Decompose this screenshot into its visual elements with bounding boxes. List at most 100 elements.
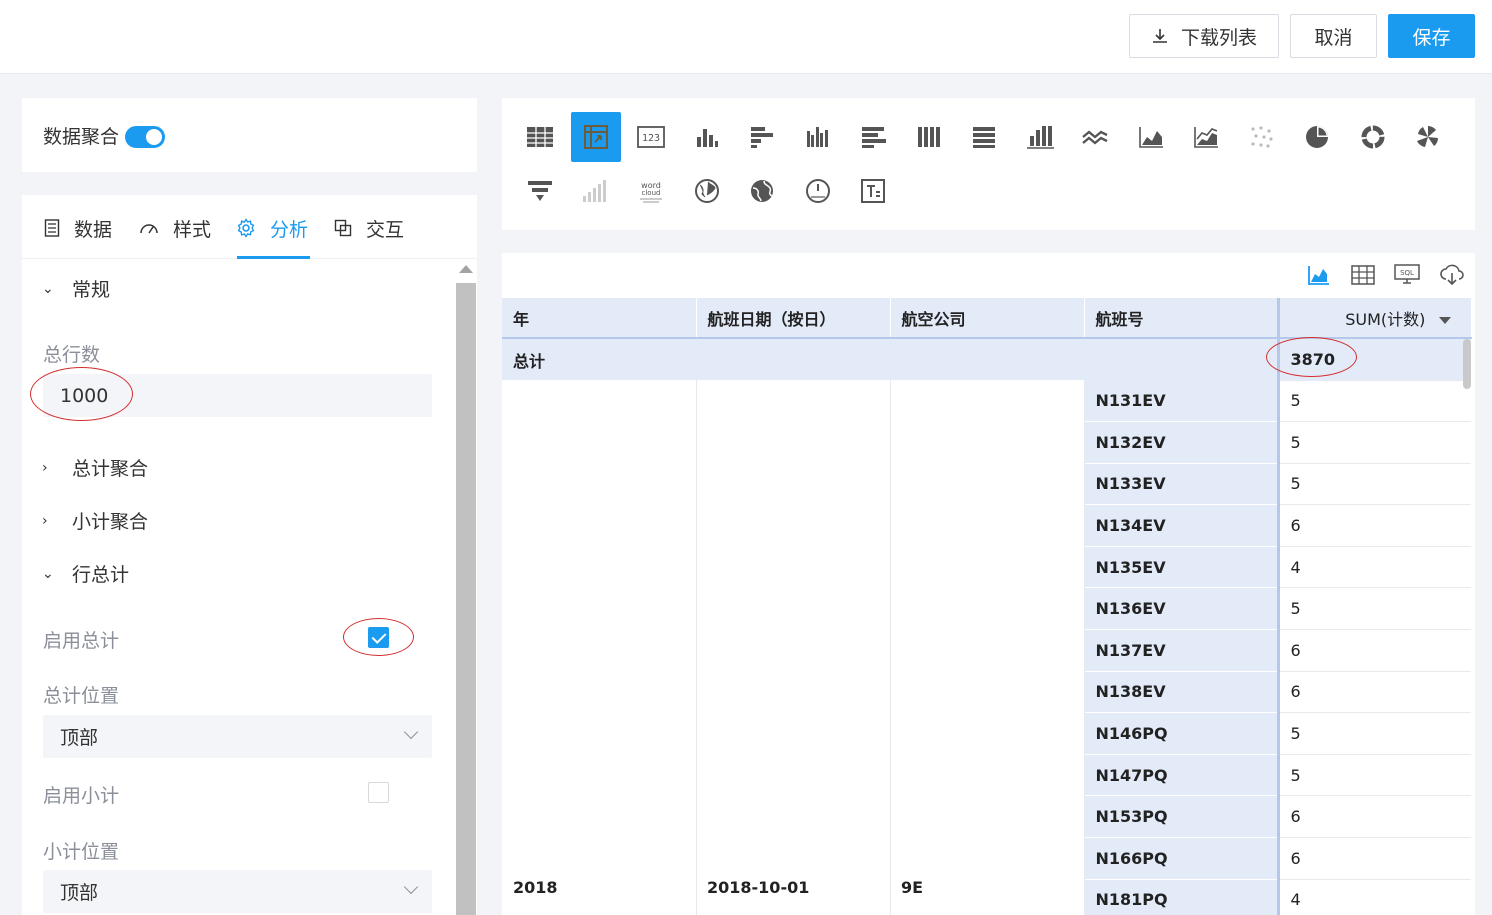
flight-number-cell: N136EV (1084, 587, 1278, 631)
empty-cell (890, 380, 1085, 422)
tab-style[interactable]: 样式 (139, 215, 211, 241)
globe-map-icon[interactable] (682, 166, 732, 216)
waterfall-icon[interactable] (1015, 112, 1065, 162)
download-list-button[interactable]: 下载列表 (1129, 14, 1279, 58)
section-grand-total-agg[interactable]: › 总计聚合 (42, 454, 148, 481)
bar-chart-icon[interactable] (682, 112, 732, 162)
section-subtotal-agg-label: 小计聚合 (72, 511, 149, 533)
chart-type-picker: 123 word cloud (502, 98, 1475, 230)
document-icon (44, 219, 60, 237)
enable-subtotal-checkbox[interactable] (368, 782, 389, 803)
empty-cell (696, 712, 891, 755)
aggregation-toggle[interactable] (125, 126, 165, 148)
funnel-icon[interactable] (515, 166, 565, 216)
flight-number-cell: N133EV (1084, 463, 1278, 506)
col-header-sum-label: SUM(计数) (1345, 309, 1426, 329)
tab-analysis[interactable]: 分析 (236, 215, 308, 241)
horizontal-bar-icon[interactable] (737, 112, 787, 162)
total-rows-input[interactable]: 1000 (43, 374, 432, 417)
col-header-sum[interactable]: SUM(计数) (1276, 298, 1472, 338)
empty-cell (502, 671, 697, 713)
total-position-select[interactable]: 顶部 (43, 715, 432, 758)
sql-icon[interactable]: SQL (1393, 261, 1421, 289)
col-header-year[interactable]: 年 (502, 298, 697, 338)
world-map-icon[interactable] (737, 166, 787, 216)
sum-value-cell: 5 (1276, 421, 1471, 464)
stacked-horizontal-bar-icon[interactable] (848, 112, 898, 162)
word-cloud-icon[interactable]: word cloud (626, 166, 676, 216)
sum-value-cell: 6 (1276, 671, 1471, 714)
empty-cell (696, 795, 891, 838)
col-header-flight-no[interactable]: 航班号 (1084, 298, 1279, 338)
empty-cell (890, 754, 1085, 796)
enable-total-checkbox[interactable] (368, 627, 389, 648)
save-button[interactable]: 保存 (1388, 14, 1475, 58)
sort-desc-icon[interactable] (1438, 316, 1451, 324)
rose-chart-icon[interactable] (1403, 112, 1453, 162)
sum-value-cell: 4 (1276, 546, 1471, 589)
donut-chart-icon[interactable] (1348, 112, 1398, 162)
line-chart-icon[interactable] (1070, 112, 1120, 162)
download-icon (1152, 29, 1167, 43)
tab-interaction[interactable]: 交互 (334, 215, 404, 241)
area-chart-icon[interactable] (1126, 112, 1176, 162)
empty-cell (890, 337, 1084, 380)
empty-cell (502, 463, 697, 505)
pie-chart-icon[interactable] (1292, 112, 1342, 162)
empty-cell (696, 337, 890, 380)
empty-cell (890, 629, 1085, 672)
table-icon[interactable] (1349, 261, 1377, 289)
section-row-total-label: 行总计 (72, 564, 130, 586)
stacked-column-icon[interactable] (904, 112, 954, 162)
chevron-down-icon: ⌄ (42, 565, 54, 582)
sum-value-cell: 5 (1276, 712, 1471, 755)
gauge-icon (140, 224, 158, 234)
flight-number-cell: N135EV (1084, 546, 1278, 589)
empty-cell (696, 504, 891, 547)
empty-cell (502, 629, 697, 672)
col-header-flight-date[interactable]: 航班日期（按日） (696, 298, 891, 338)
table-row: N133EV 5 (502, 463, 1471, 506)
scrollbar-thumb[interactable] (456, 283, 476, 915)
grouped-bar-icon[interactable] (793, 112, 843, 162)
percent-bar-icon[interactable] (959, 112, 1009, 162)
pivot-table-icon[interactable] (571, 112, 621, 162)
flight-number-cell: N137EV (1084, 629, 1278, 672)
empty-cell (502, 837, 697, 880)
cloud-download-icon[interactable] (1438, 261, 1466, 289)
section-row-total[interactable]: ⌄ 行总计 (42, 560, 129, 587)
enable-subtotal-label: 启用小计 (43, 785, 120, 807)
table-scrollbar-thumb[interactable] (1463, 339, 1471, 389)
empty-cell (502, 795, 697, 838)
empty-cell (696, 837, 891, 880)
sum-value-cell: 4 (1276, 879, 1471, 915)
stacked-area-icon[interactable] (1181, 112, 1231, 162)
number-card-icon[interactable]: 123 (626, 112, 676, 162)
scroll-up-arrow-icon[interactable] (459, 265, 473, 273)
gauge-icon[interactable] (793, 166, 843, 216)
area-chart-icon[interactable] (1305, 261, 1333, 289)
col-header-airline[interactable]: 航空公司 (890, 298, 1085, 338)
section-subtotal-agg[interactable]: › 小计聚合 (42, 507, 148, 534)
subtotal-position-select[interactable]: 顶部 (43, 870, 432, 913)
empty-cell (890, 712, 1085, 755)
empty-cell (696, 754, 891, 796)
scatter-icon[interactable] (1237, 112, 1287, 162)
table-row: N147PQ 5 (502, 754, 1471, 797)
flight-number-cell: N132EV (1084, 421, 1278, 464)
empty-cell (502, 504, 697, 547)
sum-value-cell: 5 (1276, 380, 1471, 423)
rising-bar-icon[interactable] (571, 166, 621, 216)
table-icon[interactable] (515, 112, 565, 162)
section-general-label: 常规 (72, 279, 111, 301)
table-row: N131EV 5 (502, 380, 1471, 423)
cancel-button[interactable]: 取消 (1290, 14, 1377, 58)
tab-data[interactable]: 数据 (44, 215, 112, 241)
sum-value-cell: 6 (1276, 504, 1471, 547)
section-general[interactable]: ⌄ 常规 (42, 275, 110, 302)
settings-tabs: 数据 样式 分析 交互 (22, 195, 477, 259)
flight-number-cell: N181PQ (1084, 879, 1278, 915)
active-tab-indicator (237, 256, 310, 259)
text-box-icon[interactable] (848, 166, 898, 216)
empty-cell (502, 380, 697, 422)
